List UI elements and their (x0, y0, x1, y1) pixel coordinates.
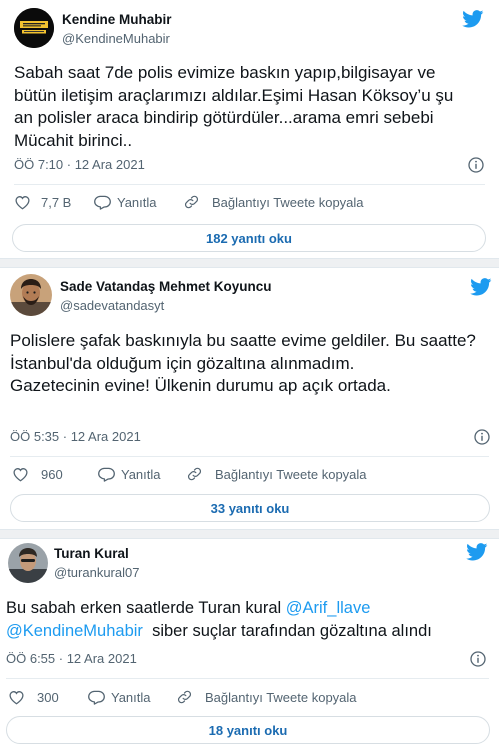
tweet-text-line: Polislere şafak baskınıyla bu saatte evi… (10, 331, 476, 350)
copy-link-button[interactable]: Bağlantıyı Tweete kopyala (183, 192, 364, 212)
tweet-separator (0, 258, 499, 268)
copy-link-label: Bağlantıyı Tweete kopyala (215, 466, 367, 482)
reply-icon (98, 467, 115, 482)
divider (14, 184, 485, 185)
reply-label: Yanıtla (117, 194, 157, 210)
copy-link-label: Bağlantıyı Tweete kopyala (205, 689, 357, 705)
reply-icon (94, 195, 111, 210)
display-name[interactable]: Turan Kural (54, 546, 129, 561)
reply-label: Yanıtla (121, 466, 161, 482)
reply-button[interactable]: Yanıtla (94, 192, 157, 212)
user-handle[interactable]: @KendineMuhabir (62, 31, 170, 46)
tweet-text-prefix: Bu sabah erken saatlerde Turan kural (6, 599, 286, 617)
copy-link-button[interactable]: Bağlantıyı Tweete kopyala (186, 464, 367, 484)
copy-link-button[interactable]: Bağlantıyı Tweete kopyala (176, 687, 357, 707)
twitter-bird-icon[interactable] (462, 10, 484, 28)
like-button[interactable]: 7,7 B (14, 192, 71, 212)
reply-button[interactable]: Yanıtla (88, 687, 151, 707)
display-name[interactable]: Kendine Muhabir (62, 12, 172, 27)
twitter-bird-icon[interactable] (470, 278, 492, 296)
like-count: 960 (41, 466, 63, 482)
tweet-text: Sabah saat 7de polis evimize baskın yapı… (14, 63, 454, 150)
link-icon (177, 690, 192, 704)
tweet-card: Kendine Muhabir @KendineMuhabir Sabah sa… (0, 0, 499, 258)
info-icon[interactable] (468, 157, 484, 173)
like-count: 300 (37, 689, 59, 705)
info-icon[interactable] (474, 429, 490, 445)
timestamp[interactable]: ÖÖ 7:10 · 12 Ara 2021 (14, 157, 145, 172)
tweet-text: Bu sabah erken saatlerde Turan kural @Ar… (6, 597, 492, 642)
read-replies-button[interactable]: 182 yanıtı oku (12, 224, 486, 252)
divider (10, 456, 489, 457)
like-count: 7,7 B (41, 194, 72, 210)
divider (6, 678, 489, 679)
heart-icon (15, 196, 30, 210)
tweet-text-line: Gazetecinin evine! Ülkenin durumu ap açı… (10, 376, 391, 395)
timestamp[interactable]: ÖÖ 6:55 · 12 Ara 2021 (6, 651, 137, 666)
tweet-text-line: İstanbul'da olduğum için gözaltına alınm… (10, 353, 355, 373)
heart-icon (13, 468, 28, 482)
link-icon (184, 195, 199, 209)
twitter-bird-icon[interactable] (466, 543, 488, 561)
mention-link[interactable]: @Arif_llave (286, 599, 371, 617)
user-handle[interactable]: @sadevatandasyt (60, 298, 164, 313)
tweet-card: Turan Kural @turankural07 Bu sabah erken… (0, 539, 499, 751)
tweet-card: Sade Vatandaş Mehmet Koyuncu @sadevatand… (0, 268, 499, 529)
avatar[interactable] (8, 543, 48, 583)
avatar[interactable] (14, 8, 54, 48)
tweet-text: Polislere şafak baskınıyla bu saatte evi… (10, 330, 480, 398)
reply-icon (88, 690, 105, 705)
info-icon[interactable] (470, 651, 486, 667)
copy-link-label: Bağlantıyı Tweete kopyala (212, 194, 364, 210)
like-button[interactable]: 960 (12, 464, 63, 484)
read-replies-button[interactable]: 18 yanıtı oku (6, 716, 490, 744)
like-button[interactable]: 300 (8, 687, 59, 707)
reply-button[interactable]: Yanıtla (98, 464, 161, 484)
timestamp[interactable]: ÖÖ 5:35 · 12 Ara 2021 (10, 429, 141, 444)
avatar[interactable] (10, 274, 52, 316)
reply-label: Yanıtla (111, 689, 151, 705)
user-handle[interactable]: @turankural07 (54, 565, 139, 580)
tweet-separator (0, 529, 499, 539)
read-replies-button[interactable]: 33 yanıtı oku (10, 494, 490, 522)
display-name[interactable]: Sade Vatandaş Mehmet Koyuncu (60, 279, 272, 294)
heart-icon (9, 691, 24, 705)
mention-link[interactable]: @KendineMuhabir (6, 622, 143, 640)
link-icon (187, 467, 202, 481)
tweet-text-suffix: siber suçlar tarafından gözaltına alındı (142, 621, 432, 640)
